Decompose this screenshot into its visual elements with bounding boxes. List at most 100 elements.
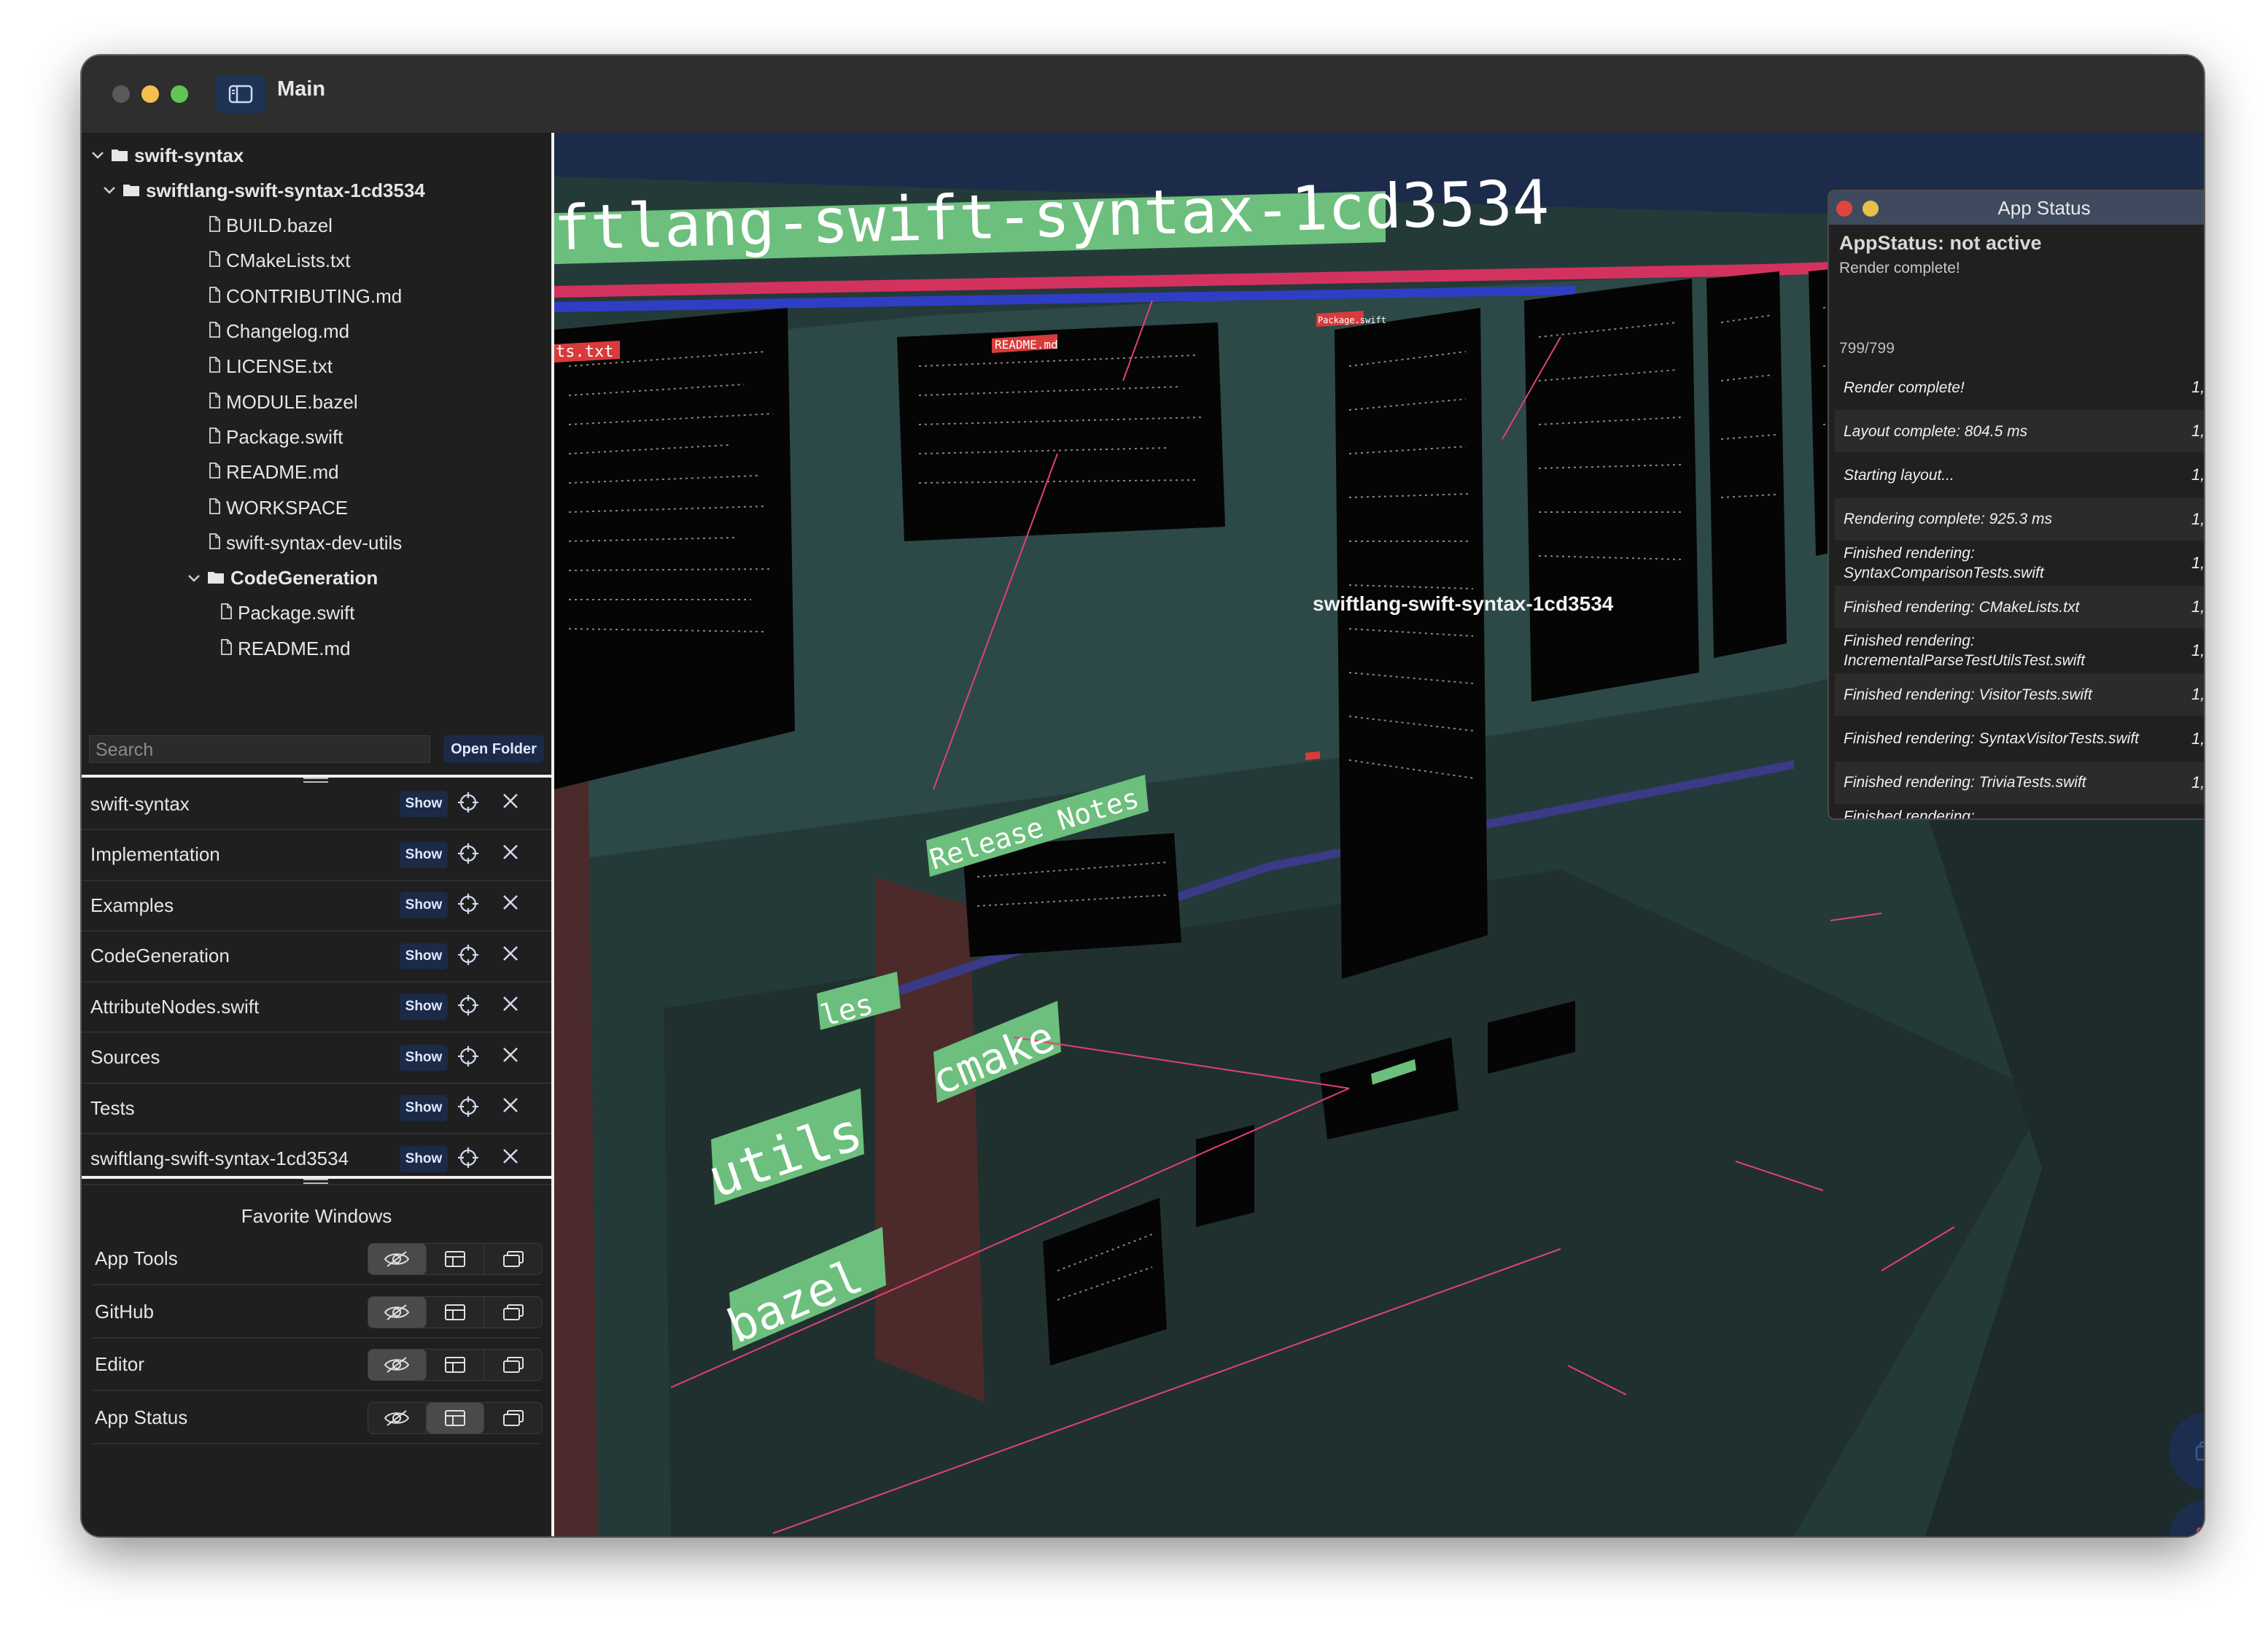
focus-button[interactable]	[457, 1045, 483, 1071]
focus-button[interactable]	[457, 943, 483, 969]
focus-button[interactable]	[457, 791, 483, 817]
close-window-button[interactable]	[112, 85, 130, 103]
group-row[interactable]: Tests Show	[82, 1083, 551, 1134]
group-row[interactable]: Sources Show	[82, 1033, 551, 1084]
group-row[interactable]: CodeGeneration Show	[82, 932, 551, 983]
hide-window-segment[interactable]	[368, 1244, 427, 1274]
remove-button[interactable]	[500, 1095, 527, 1121]
app-status-title-bar[interactable]: App Status	[1829, 191, 2204, 225]
search-input[interactable]: Search	[89, 735, 430, 763]
hide-window-segment[interactable]	[368, 1296, 427, 1328]
focus-button[interactable]	[457, 892, 483, 918]
tree-file-row[interactable]: BUILD.bazel	[209, 209, 333, 243]
hide-window-segment[interactable]	[368, 1402, 427, 1433]
tree-file-row[interactable]: MODULE.bazel	[209, 385, 358, 419]
tools-icon	[2196, 1527, 2204, 1536]
hide-window-segment[interactable]	[368, 1350, 427, 1380]
minimize-panel-button[interactable]	[1863, 201, 1879, 217]
remove-button[interactable]	[500, 943, 527, 969]
resize-grip-icon[interactable]	[303, 1179, 328, 1185]
show-button[interactable]: Show	[400, 942, 448, 969]
folder-icon	[123, 184, 139, 196]
close-panel-button[interactable]	[1836, 201, 1852, 217]
remove-button[interactable]	[500, 994, 527, 1020]
minimize-window-button[interactable]	[141, 85, 159, 103]
tree-file-row[interactable]: README.md	[220, 632, 351, 665]
window-mode-segmented-control[interactable]	[368, 1349, 543, 1381]
tree-file-row[interactable]: README.md	[209, 456, 339, 489]
remove-button[interactable]	[500, 892, 527, 918]
remove-button[interactable]	[500, 1045, 527, 1071]
status-log-count: 1,595	[2191, 553, 2204, 572]
group-row[interactable]: Examples Show	[82, 880, 551, 932]
focus-button[interactable]	[457, 842, 483, 868]
show-button[interactable]: Show	[400, 994, 448, 1020]
group-row[interactable]: Implementation Show	[82, 830, 551, 881]
target-icon	[458, 894, 478, 914]
layout-window-segment[interactable]	[427, 1350, 485, 1380]
float-window-segment[interactable]	[484, 1297, 542, 1328]
status-log-count: 1,589	[2191, 817, 2204, 818]
group-row[interactable]: swift-syntax Show	[82, 779, 551, 830]
favorite-window-label: App Status	[95, 1406, 188, 1428]
scene-group-label[interactable]: swiftlang-swift-syntax-1cd3534	[1313, 592, 1613, 616]
group-row[interactable]: AttributeNodes.swift Show	[82, 982, 551, 1033]
chevron-down-icon[interactable]	[102, 185, 117, 195]
status-log-row: Starting layout... 1,597	[1835, 454, 2204, 496]
status-log-row: Render complete! 1,599	[1835, 366, 2204, 408]
focus-button[interactable]	[457, 1146, 483, 1172]
maximize-window-button[interactable]	[171, 85, 188, 103]
float-window-segment[interactable]	[484, 1403, 542, 1433]
tree-item-label: MODULE.bazel	[226, 390, 358, 413]
show-button[interactable]: Show	[400, 841, 448, 868]
tree-file-row[interactable]: LICENSE.txt	[209, 350, 333, 384]
window-title: Main	[277, 77, 326, 101]
show-button[interactable]: Show	[400, 1145, 448, 1172]
tree-file-row[interactable]: CONTRIBUTING.md	[209, 279, 402, 313]
status-log-list[interactable]: Render complete! 1,599 Layout complete: 80…	[1835, 366, 2204, 818]
focus-button[interactable]	[457, 1095, 483, 1121]
close-icon	[503, 1047, 518, 1062]
layout-window-segment[interactable]	[426, 1402, 485, 1433]
remove-button[interactable]	[500, 842, 527, 868]
focus-button[interactable]	[457, 994, 483, 1020]
show-button[interactable]: Show	[400, 791, 448, 817]
chevron-down-icon[interactable]	[90, 150, 105, 160]
status-log-count: 1,598	[2191, 422, 2204, 441]
show-button[interactable]: Show	[400, 1044, 448, 1071]
scene-file-tag: Package.swift	[1318, 315, 1386, 325]
chevron-down-icon[interactable]	[187, 573, 201, 584]
status-log-count: 1,599	[2191, 378, 2204, 396]
remove-button[interactable]	[500, 791, 527, 817]
open-folder-button[interactable]: Open Folder	[443, 735, 544, 763]
close-icon	[503, 844, 518, 859]
tree-folder-row[interactable]: CodeGeneration	[187, 562, 378, 595]
layout-window-segment[interactable]	[427, 1296, 485, 1328]
file-icon	[209, 497, 220, 514]
tree-folder-row[interactable]: swift-syntax	[90, 139, 244, 172]
tree-file-row[interactable]: WORKSPACE	[209, 491, 348, 524]
layout-window-segment[interactable]	[427, 1244, 485, 1274]
tree-file-row[interactable]: Package.swift	[209, 420, 343, 454]
window-mode-segmented-control[interactable]	[368, 1401, 543, 1434]
status-log-text: Finished rendering: SyntaxTreeModifierTe…	[1844, 808, 1975, 820]
remove-button[interactable]	[500, 1146, 527, 1172]
tree-file-row[interactable]: swift-syntax-dev-utils	[209, 526, 402, 559]
eye-slash-icon	[384, 1251, 410, 1267]
tree-folder-row[interactable]: swiftlang-swift-syntax-1cd3534	[102, 174, 425, 207]
tree-file-row[interactable]: CMakeLists.txt	[209, 244, 351, 278]
status-log-row: Finished rendering: SyntaxTreeModifierTe…	[1835, 805, 2204, 820]
float-window-segment[interactable]	[484, 1350, 542, 1380]
window-mode-segmented-control[interactable]	[368, 1296, 543, 1328]
show-button[interactable]: Show	[400, 892, 448, 918]
group-label: AttributeNodes.swift	[90, 995, 260, 1018]
status-log-count: 1,593	[2191, 641, 2204, 660]
tree-file-row[interactable]: Package.swift	[220, 597, 354, 630]
tree-item-label: README.md	[238, 637, 351, 659]
window-mode-segmented-control[interactable]	[368, 1243, 543, 1275]
show-button[interactable]: Show	[400, 1095, 448, 1121]
float-window-segment[interactable]	[484, 1244, 542, 1274]
title-bar: Main	[82, 55, 2204, 134]
sidebar-toggle-button[interactable]	[216, 75, 265, 113]
tree-file-row[interactable]: Changelog.md	[209, 315, 349, 349]
